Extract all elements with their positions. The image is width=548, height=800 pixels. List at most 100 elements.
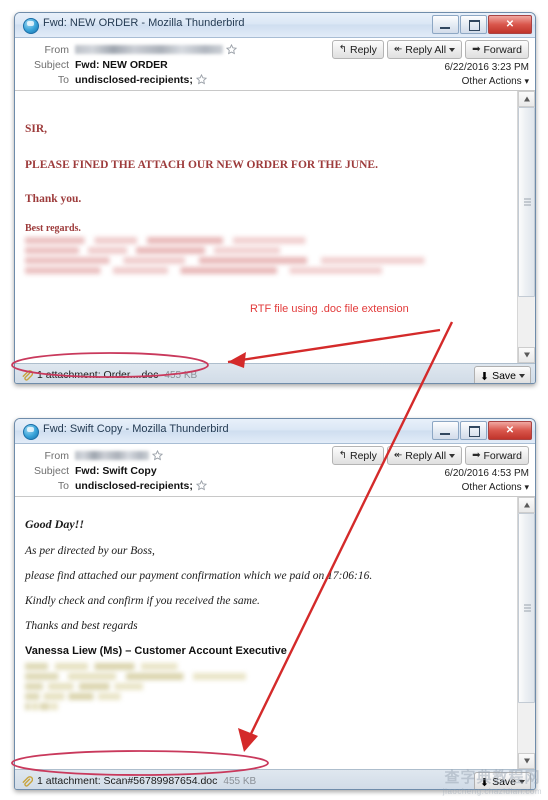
reply-all-button[interactable]: ↞ Reply All [386, 446, 463, 465]
window-2-title: Fwd: Swift Copy - Mozilla Thunderbird [43, 423, 229, 435]
scrollbar-grip [524, 603, 531, 614]
scrollbar-1[interactable] [517, 91, 535, 363]
scroll-down-button[interactable] [518, 347, 535, 363]
signature-redacted-1 [25, 237, 508, 274]
from-value-redacted [75, 451, 149, 460]
window-2-titlebar[interactable]: Fwd: Swift Copy - Mozilla Thunderbird ✕ [15, 419, 535, 444]
to-star-icon[interactable] [195, 480, 207, 491]
paperclip-icon [21, 369, 34, 381]
window-1-body-area: SIR, PLEASE FINED THE ATTACH OUR NEW ORD… [15, 91, 535, 363]
forward-label: Forward [483, 43, 522, 56]
signature-name-2: Vanessa Liew (Ms) – Customer Account Exe… [25, 645, 287, 657]
scrollbar-grip [524, 197, 531, 208]
save-chevron-down-icon[interactable] [519, 374, 525, 378]
window-1-titlebar[interactable]: Fwd: NEW ORDER - Mozilla Thunderbird ✕ [15, 13, 535, 38]
attachment-size-2: 455 KB [223, 775, 257, 787]
reply-all-arrow-icon: ↞ [393, 450, 403, 461]
thunderbird-icon [23, 18, 39, 34]
paperclip-icon [21, 775, 34, 787]
reply-button[interactable]: ↰ Reply [331, 446, 384, 465]
to-value: undisclosed-recipients; [75, 479, 193, 492]
to-star-icon[interactable] [195, 74, 207, 85]
maximize-button[interactable] [460, 421, 487, 440]
subject-label: Subject [33, 464, 69, 477]
body-line-1: SIR, [25, 123, 48, 135]
star-icon[interactable] [152, 450, 163, 461]
close-button[interactable]: ✕ [488, 15, 532, 34]
attachment-label-1: 1 attachment: Order....doc [37, 369, 159, 381]
other-actions-button[interactable]: Other Actions ▾ [332, 76, 529, 87]
scrollbar-thumb[interactable] [518, 513, 535, 703]
thunderbird-icon [23, 424, 39, 440]
reply-all-label: Reply All [405, 449, 447, 462]
window-1-header-actions: ↰ Reply ↞ Reply All ➡ Forward 6/22/2016 … [331, 40, 529, 87]
reply-all-arrow-icon: ↞ [393, 44, 403, 55]
reply-all-label: Reply All [405, 43, 447, 56]
body-line-2: As per directed by our Boss, [25, 545, 155, 557]
subject-label: Subject [33, 58, 69, 71]
window-1-message-header: ↰ Reply ↞ Reply All ➡ Forward 6/22/2016 … [15, 38, 535, 91]
scrollbar-thumb[interactable] [518, 107, 535, 297]
window-1-title: Fwd: NEW ORDER - Mozilla Thunderbird [43, 17, 245, 29]
body-line-3: Thank you. [25, 193, 82, 205]
attachment-bar-1[interactable]: 1 attachment: Order....doc 455 KB ⬇ Save [15, 363, 535, 383]
window-2-body-area: Good Day!! As per directed by our Boss, … [15, 497, 535, 769]
minimize-button[interactable] [432, 421, 459, 440]
watermark-en: jiaocheng.chazidian.com [442, 787, 542, 796]
window-2-header-actions: ↰ Reply ↞ Reply All ➡ Forward 6/20/2016 … [331, 446, 529, 493]
body-line-2: PLEASE FINED THE ATTACH OUR NEW ORDER FO… [25, 159, 378, 171]
body-line-1: Good Day!! [25, 517, 84, 531]
message-date: 6/22/2016 3:23 PM [444, 62, 529, 73]
reply-arrow-icon: ↰ [338, 450, 347, 461]
forward-arrow-icon: ➡ [472, 450, 481, 461]
to-label: To [57, 73, 69, 86]
window-1-controls[interactable]: ✕ [432, 15, 532, 34]
body-line-5: Thanks and best regards [25, 620, 138, 632]
message-body-2: Good Day!! As per directed by our Boss, … [15, 497, 518, 769]
thunderbird-window-2[interactable]: Fwd: Swift Copy - Mozilla Thunderbird ✕ … [14, 418, 536, 790]
scroll-up-button[interactable] [518, 91, 535, 107]
subject-value: Fwd: NEW ORDER [75, 58, 168, 71]
annotation-callout-text: RTF file using .doc file extension [250, 303, 409, 315]
forward-label: Forward [483, 449, 522, 462]
to-label: To [57, 479, 69, 492]
chevron-down-icon[interactable] [449, 453, 456, 458]
reply-all-button[interactable]: ↞ Reply All [386, 40, 463, 59]
body-line-3: please find attached our payment confirm… [25, 570, 373, 582]
forward-button[interactable]: ➡ Forward [465, 40, 529, 59]
watermark: 查字典教程网 jiaocheng.chazidian.com [443, 766, 542, 796]
star-icon[interactable] [226, 44, 237, 55]
attachment-label-2: 1 attachment: Scan#56789987654.doc [37, 775, 218, 787]
forward-arrow-icon: ➡ [472, 44, 481, 55]
chevron-down-icon[interactable] [449, 47, 456, 52]
download-arrow-icon: ⬇ [479, 370, 490, 383]
scroll-up-button[interactable] [518, 497, 535, 513]
scrollbar-2[interactable] [517, 497, 535, 769]
save-attachment-button-1[interactable]: ⬇ Save [473, 366, 531, 383]
message-date: 6/20/2016 4:53 PM [444, 468, 529, 479]
minimize-button[interactable] [432, 15, 459, 34]
maximize-button[interactable] [460, 15, 487, 34]
message-body-1: SIR, PLEASE FINED THE ATTACH OUR NEW ORD… [15, 91, 518, 363]
save-label-1: Save [492, 370, 516, 382]
thunderbird-window-1[interactable]: Fwd: NEW ORDER - Mozilla Thunderbird ✕ ↰… [14, 12, 536, 384]
reply-button[interactable]: ↰ Reply [331, 40, 384, 59]
window-2-message-header: ↰ Reply ↞ Reply All ➡ Forward 6/20/2016 … [15, 444, 535, 497]
to-value: undisclosed-recipients; [75, 73, 193, 86]
forward-button[interactable]: ➡ Forward [465, 446, 529, 465]
body-line-4: Kindly check and confirm if you received… [25, 595, 260, 607]
other-actions-button[interactable]: Other Actions ▾ [332, 482, 529, 493]
window-2-controls[interactable]: ✕ [432, 421, 532, 440]
from-value-redacted [75, 45, 223, 54]
reply-label: Reply [349, 449, 377, 462]
reply-label: Reply [349, 43, 377, 56]
signature-redacted-2 [25, 663, 508, 710]
body-line-4: Best regards. [25, 223, 81, 234]
reply-arrow-icon: ↰ [338, 44, 347, 55]
close-button[interactable]: ✕ [488, 421, 532, 440]
attachment-size-1: 455 KB [164, 369, 198, 381]
subject-value: Fwd: Swift Copy [75, 464, 157, 477]
from-label: From [44, 43, 70, 56]
watermark-cn: 查字典教程网 [444, 769, 541, 786]
from-label: From [44, 449, 70, 462]
